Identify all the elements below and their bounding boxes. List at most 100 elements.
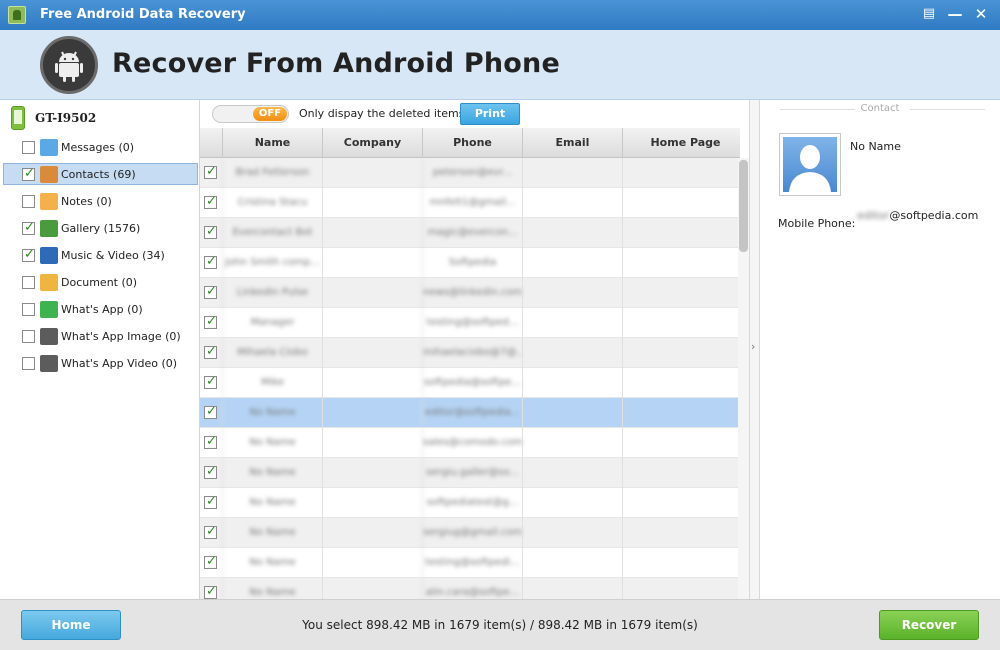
sidebar-item-messages[interactable]: Messages (0) xyxy=(3,136,198,158)
cell-email xyxy=(522,578,622,599)
category-checkbox[interactable] xyxy=(22,166,35,181)
cell-email xyxy=(522,368,622,398)
row-checkbox[interactable] xyxy=(204,314,217,329)
cell-email xyxy=(522,518,622,548)
column-header-email[interactable]: Email xyxy=(522,128,622,158)
row-checkbox[interactable] xyxy=(204,194,217,209)
category-checkbox[interactable] xyxy=(22,247,35,262)
minimize-icon[interactable]: — xyxy=(944,4,966,24)
cell-company xyxy=(322,158,422,188)
row-checkbox[interactable] xyxy=(204,584,217,599)
sidebar-item-whatsapp-video[interactable]: What's App Video (0) xyxy=(3,352,198,374)
row-checkbox[interactable] xyxy=(204,524,217,539)
row-checkbox[interactable] xyxy=(204,224,217,239)
title-bar: Free Android Data Recovery ▤ — ✕ xyxy=(0,0,1000,30)
cell-phone: Softpedia xyxy=(422,248,522,278)
row-checkbox[interactable] xyxy=(204,404,217,419)
cell-phone: mihaelaciobo@7@... xyxy=(422,338,522,368)
category-checkbox[interactable] xyxy=(22,276,35,289)
row-checkbox[interactable] xyxy=(204,374,217,389)
sidebar-item-music-video[interactable]: Music & Video (34) xyxy=(3,244,198,266)
table-row[interactable]: Brad Fetterson peterson@evr... xyxy=(200,158,740,188)
table-row[interactable]: No Name testing@softpedi... xyxy=(200,548,740,578)
whatsapp-icon xyxy=(40,301,58,318)
category-checkbox[interactable] xyxy=(22,303,35,316)
sidebar-item-label: Document (0) xyxy=(61,276,138,289)
table-row[interactable]: No Name editor@softpedia... xyxy=(200,398,740,428)
row-checkbox[interactable] xyxy=(204,284,217,299)
cell-name: No Name xyxy=(222,428,322,458)
row-checkbox[interactable] xyxy=(204,344,217,359)
cell-phone: softpedia@softpe... xyxy=(422,368,522,398)
column-header-company[interactable]: Company xyxy=(322,128,422,158)
table-row[interactable]: Evercontact Bot magic@evercon... xyxy=(200,218,740,248)
category-checkbox[interactable] xyxy=(22,330,35,343)
row-checkbox[interactable] xyxy=(204,464,217,479)
table-row[interactable]: Manager testing@softped... xyxy=(200,308,740,338)
table-row[interactable]: No Name sergiug@gmail.com xyxy=(200,518,740,548)
table-row[interactable]: Cristina Stacu mnfelt1@gmail... xyxy=(200,188,740,218)
cell-company xyxy=(322,398,422,428)
deleted-only-toggle[interactable]: OFF xyxy=(212,105,289,123)
row-checkbox[interactable] xyxy=(204,164,217,179)
table-row[interactable]: Mihaela Ciobo mihaelaciobo@7@... xyxy=(200,338,740,368)
table-row[interactable]: John Smith comp... Softpedia xyxy=(200,248,740,278)
person-silhouette-icon xyxy=(783,137,837,192)
row-checkbox[interactable] xyxy=(204,434,217,449)
panel-splitter[interactable]: › xyxy=(749,100,760,599)
cell-name: Mihaela Ciobo xyxy=(222,338,322,368)
sidebar-item-document[interactable]: Document (0) xyxy=(3,271,198,293)
sidebar-item-gallery[interactable]: Gallery (1576) xyxy=(3,217,198,239)
notes-icon[interactable]: ▤ xyxy=(918,4,940,24)
avatar xyxy=(779,133,841,196)
sidebar-item-label: What's App Video (0) xyxy=(61,357,178,370)
row-checkbox[interactable] xyxy=(204,494,217,509)
category-checkbox[interactable] xyxy=(22,357,35,370)
print-button[interactable]: Print xyxy=(460,103,520,125)
table-row[interactable]: LinkedIn Pulse news@linkedin.com xyxy=(200,278,740,308)
cell-home-page xyxy=(622,218,740,248)
cell-name: Mike xyxy=(222,368,322,398)
column-header-home-page[interactable]: Home Page xyxy=(622,128,740,158)
cell-name: No Name xyxy=(222,548,322,578)
cell-phone: peterson@evr... xyxy=(422,158,522,188)
recover-button[interactable]: Recover xyxy=(879,610,979,640)
category-checkbox[interactable] xyxy=(22,195,35,208)
sidebar-item-whatsapp-image[interactable]: What's App Image (0) xyxy=(3,325,198,347)
cell-home-page xyxy=(622,338,740,368)
category-checkbox[interactable] xyxy=(22,141,35,154)
column-header-name[interactable]: Name xyxy=(222,128,322,158)
device-row[interactable]: GT-I9502 xyxy=(8,106,198,130)
notes-icon xyxy=(40,193,58,210)
cell-phone: alin.cara@softpe... xyxy=(422,578,522,599)
sidebar-item-label: Contacts (69) xyxy=(61,168,136,181)
cell-home-page xyxy=(622,248,740,278)
cell-company xyxy=(322,368,422,398)
category-checkbox[interactable] xyxy=(22,220,35,235)
row-checkbox[interactable] xyxy=(204,554,217,569)
cell-email xyxy=(522,338,622,368)
sidebar-item-contacts[interactable]: Contacts (69) xyxy=(3,163,198,185)
column-header-phone[interactable]: Phone xyxy=(422,128,522,158)
cell-name: No Name xyxy=(222,488,322,518)
row-checkbox[interactable] xyxy=(204,254,217,269)
mobile-phone-label: Mobile Phone: xyxy=(778,217,856,230)
sidebar-item-notes[interactable]: Notes (0) xyxy=(3,190,198,212)
window-title: Free Android Data Recovery xyxy=(40,7,246,22)
close-icon[interactable]: ✕ xyxy=(970,4,992,24)
table-scrollbar[interactable] xyxy=(738,158,749,599)
table-row[interactable]: Mike softpedia@softpe... xyxy=(200,368,740,398)
sidebar-item-whatsapp[interactable]: What's App (0) xyxy=(3,298,198,320)
chevron-right-icon[interactable]: › xyxy=(751,340,755,353)
cell-email xyxy=(522,218,622,248)
table-toolbar: OFF Only dispay the deleted items Print xyxy=(200,100,749,128)
table-row[interactable]: No Name sergiu.galler@so... xyxy=(200,458,740,488)
table-row[interactable]: No Name softpediatest@g... xyxy=(200,488,740,518)
cell-home-page xyxy=(622,578,740,599)
cell-home-page xyxy=(622,158,740,188)
table-row[interactable]: No Name sales@comodo.com xyxy=(200,428,740,458)
sidebar-item-label: Notes (0) xyxy=(61,195,112,208)
scrollbar-thumb[interactable] xyxy=(739,160,748,252)
cell-phone: sergiug@gmail.com xyxy=(422,518,522,548)
table-row[interactable]: No Name alin.cara@softpe... xyxy=(200,578,740,599)
